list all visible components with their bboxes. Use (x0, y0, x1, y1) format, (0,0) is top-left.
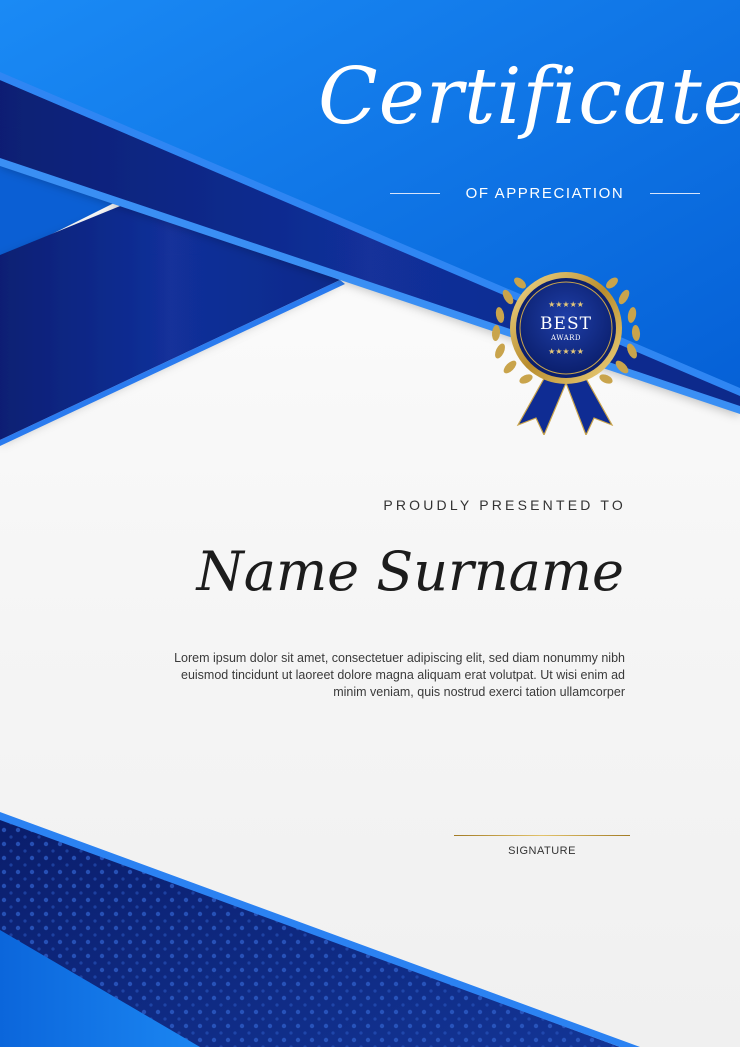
subtitle-row: OF APPRECIATION (390, 183, 700, 203)
presented-label: PROUDLY PRESENTED TO (383, 497, 626, 513)
award-badge-icon: ★★★★★ BEST AWARD ★★★★★ (491, 272, 641, 435)
subtitle-left-rule (390, 192, 440, 194)
certificate-title: Certificate (318, 52, 740, 142)
medal-stars-bottom: ★★★★★ (548, 347, 584, 356)
certificate-page: Certificate OF APPRECIATION ★★★★★ BEST A… (0, 0, 740, 1047)
ribbon-left (516, 374, 567, 435)
body-text-line: minim veniam, quis nostrud exerci tation… (333, 685, 625, 699)
certificate-subtitle: OF APPRECIATION (465, 184, 625, 202)
medal-text-best: BEST (540, 314, 592, 334)
background-shapes (0, 0, 740, 1047)
medal-stars-top: ★★★★★ (548, 300, 584, 309)
signature-label: SIGNATURE (508, 845, 576, 857)
subtitle-right-rule (650, 192, 700, 194)
signature-line (454, 835, 630, 836)
body-text: Lorem ipsum dolor sit amet, consectetuer… (130, 650, 625, 701)
medal-text-award: AWARD (550, 334, 581, 342)
body-text-line: euismod tincidunt ut laoreet dolore magn… (181, 668, 625, 682)
recipient-name: Name Surname (196, 540, 625, 603)
ribbon-right (565, 374, 614, 435)
body-text-line: Lorem ipsum dolor sit amet, consectetuer… (174, 651, 625, 665)
